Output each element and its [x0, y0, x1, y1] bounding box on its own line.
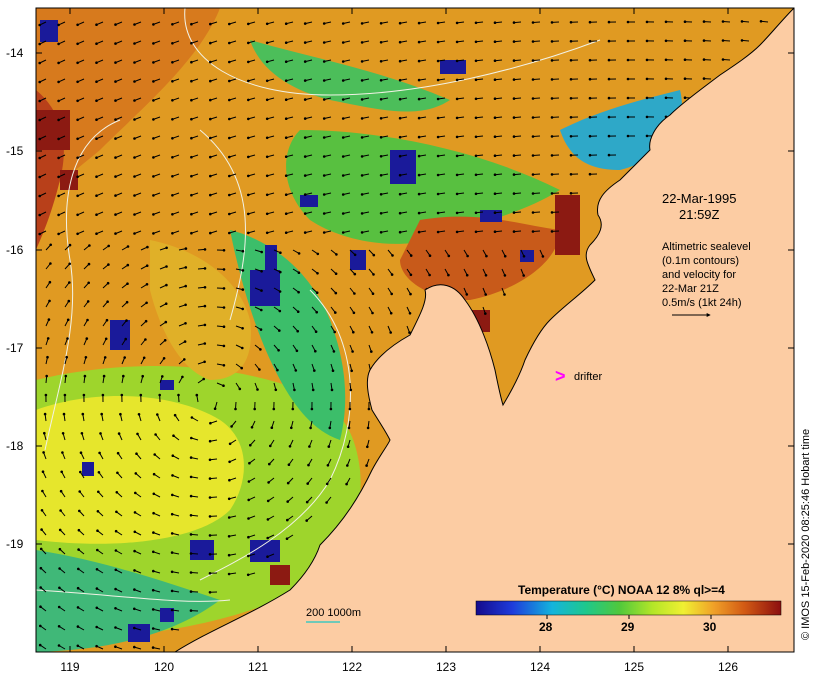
lon-label-119: 119 [55, 660, 85, 674]
sst-map: -14 -15 -16 -17 -18 -19 119 120 121 122 … [0, 0, 820, 680]
drifter-label: drifter [574, 370, 602, 384]
map-canvas [0, 0, 820, 680]
lon-label-123: 123 [431, 660, 461, 674]
lat-label-15: -15 [6, 144, 23, 158]
colorbar-tick-29: 29 [621, 620, 634, 634]
lat-label-17: -17 [6, 341, 23, 355]
lon-label-122: 122 [337, 660, 367, 674]
info-line-2: (0.1m contours) [662, 254, 739, 268]
lon-label-126: 126 [713, 660, 743, 674]
info-line-4: 22-Mar 21Z [662, 282, 719, 296]
drifter-marker: > [555, 367, 566, 385]
info-line-5: 0.5m/s (1kt 24h) [662, 296, 741, 310]
lat-label-19: -19 [6, 537, 23, 551]
lat-label-16: -16 [6, 243, 23, 257]
lon-label-121: 121 [243, 660, 273, 674]
date-label: 22-Mar-1995 [662, 192, 736, 206]
colorbar-tick-28: 28 [539, 620, 552, 634]
lon-label-125: 125 [619, 660, 649, 674]
colorbar [476, 601, 781, 615]
lat-label-14: -14 [6, 46, 23, 60]
time-label: 21:59Z [679, 208, 719, 222]
colorbar-title: Temperature (°C) NOAA 12 8% ql>=4 [518, 583, 725, 597]
colorbar-tick-30: 30 [703, 620, 716, 634]
info-line-1: Altimetric sealevel [662, 240, 751, 254]
lon-label-120: 120 [149, 660, 179, 674]
depth-legend-label: 200 1000m [306, 606, 361, 620]
lon-label-124: 124 [525, 660, 555, 674]
info-line-3: and velocity for [662, 268, 736, 282]
credit-text: © IMOS 15-Feb-2020 08:25:46 Hobart time [800, 429, 812, 640]
lat-label-18: -18 [6, 439, 23, 453]
